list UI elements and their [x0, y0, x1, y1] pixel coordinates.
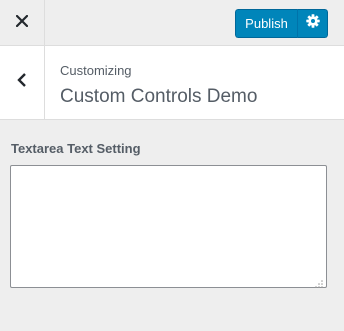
publish-button[interactable]: Publish — [235, 9, 297, 38]
textarea-setting-label: Textarea Text Setting — [11, 141, 141, 156]
resize-handle-icon[interactable] — [314, 276, 324, 288]
panel-header: Customizing Custom Controls Demo — [0, 46, 344, 120]
chevron-left-icon — [17, 73, 27, 92]
customizer-topbar: Publish — [0, 0, 344, 46]
close-icon — [15, 13, 29, 32]
textarea-setting-input[interactable] — [10, 165, 327, 288]
close-button[interactable] — [0, 0, 45, 45]
page-title: Custom Controls Demo — [60, 86, 258, 107]
publish-settings-button[interactable] — [297, 9, 328, 38]
gear-icon — [305, 14, 320, 33]
header-subtitle: Customizing — [60, 63, 132, 78]
publish-button-group: Publish — [235, 9, 328, 38]
back-button[interactable] — [0, 46, 45, 119]
